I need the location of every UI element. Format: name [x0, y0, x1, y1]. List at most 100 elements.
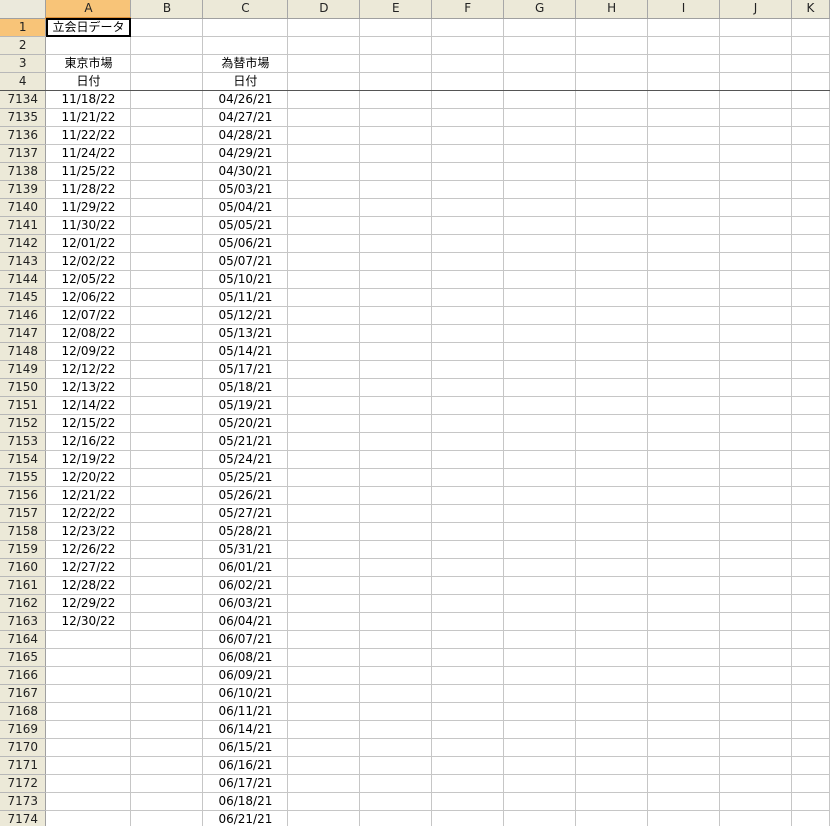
- empty-cell[interactable]: [287, 18, 361, 37]
- cell-c[interactable]: 05/18/21: [202, 378, 289, 397]
- cell-c[interactable]: 05/28/21: [202, 522, 289, 541]
- empty-cell[interactable]: [791, 774, 830, 793]
- cell-c[interactable]: 06/18/21: [202, 792, 289, 811]
- empty-cell[interactable]: [575, 756, 649, 775]
- empty-cell[interactable]: [647, 792, 720, 811]
- empty-cell[interactable]: [359, 216, 433, 235]
- empty-cell[interactable]: [719, 18, 792, 37]
- empty-cell[interactable]: [359, 126, 433, 145]
- cell-a[interactable]: 11/25/22: [45, 162, 132, 181]
- row-header[interactable]: 3: [0, 54, 47, 73]
- empty-cell[interactable]: [791, 234, 830, 253]
- cell-a[interactable]: [45, 792, 132, 811]
- cell-c[interactable]: 06/09/21: [202, 666, 289, 685]
- row-header[interactable]: 7138: [0, 162, 47, 181]
- empty-cell[interactable]: [575, 558, 649, 577]
- row-header[interactable]: 7148: [0, 342, 47, 361]
- empty-cell[interactable]: [287, 792, 361, 811]
- empty-cell[interactable]: [287, 414, 361, 433]
- empty-cell[interactable]: [791, 360, 830, 379]
- cell-a[interactable]: 12/14/22: [45, 396, 132, 415]
- empty-cell[interactable]: [359, 504, 433, 523]
- cell-c[interactable]: 06/14/21: [202, 720, 289, 739]
- empty-cell[interactable]: [359, 774, 433, 793]
- empty-cell[interactable]: [647, 756, 720, 775]
- cell-c[interactable]: 05/24/21: [202, 450, 289, 469]
- empty-cell[interactable]: [431, 324, 505, 343]
- empty-cell[interactable]: [503, 450, 577, 469]
- empty-cell[interactable]: [647, 558, 720, 577]
- empty-cell[interactable]: [503, 126, 577, 145]
- cell-c[interactable]: 05/21/21: [202, 432, 289, 451]
- cell-a[interactable]: 12/15/22: [45, 414, 132, 433]
- empty-cell[interactable]: [287, 252, 361, 271]
- empty-cell[interactable]: [359, 738, 433, 757]
- empty-cell[interactable]: [791, 342, 830, 361]
- empty-cell[interactable]: [431, 594, 505, 613]
- row-header[interactable]: 7161: [0, 576, 47, 595]
- empty-cell[interactable]: [647, 450, 720, 469]
- empty-cell[interactable]: [719, 792, 792, 811]
- empty-cell[interactable]: [575, 450, 649, 469]
- empty-cell[interactable]: [647, 288, 720, 307]
- cell-a[interactable]: 12/28/22: [45, 576, 132, 595]
- empty-cell[interactable]: [287, 522, 361, 541]
- empty-cell[interactable]: [791, 270, 830, 289]
- empty-cell[interactable]: [575, 468, 649, 487]
- empty-cell[interactable]: [503, 684, 577, 703]
- cell-a[interactable]: [45, 756, 132, 775]
- empty-cell[interactable]: [575, 684, 649, 703]
- empty-cell[interactable]: [503, 468, 577, 487]
- empty-cell[interactable]: [791, 666, 830, 685]
- empty-cell[interactable]: [431, 180, 505, 199]
- empty-cell[interactable]: [719, 594, 792, 613]
- empty-cell[interactable]: [130, 756, 204, 775]
- cell-a[interactable]: [45, 774, 132, 793]
- empty-cell[interactable]: [130, 360, 204, 379]
- empty-cell[interactable]: [575, 378, 649, 397]
- empty-cell[interactable]: [719, 414, 792, 433]
- empty-cell[interactable]: [359, 756, 433, 775]
- empty-cell[interactable]: [647, 594, 720, 613]
- row-header[interactable]: 7150: [0, 378, 47, 397]
- cell-c[interactable]: 05/31/21: [202, 540, 289, 559]
- cell-c[interactable]: 06/21/21: [202, 810, 289, 826]
- empty-cell[interactable]: [287, 810, 361, 826]
- empty-cell[interactable]: [575, 324, 649, 343]
- empty-cell[interactable]: [359, 684, 433, 703]
- empty-cell[interactable]: [575, 522, 649, 541]
- row-header[interactable]: 2: [0, 36, 47, 55]
- empty-cell[interactable]: [287, 234, 361, 253]
- empty-cell[interactable]: [575, 288, 649, 307]
- empty-cell[interactable]: [359, 702, 433, 721]
- empty-cell[interactable]: [503, 360, 577, 379]
- empty-cell[interactable]: [431, 504, 505, 523]
- empty-cell[interactable]: [719, 576, 792, 595]
- cell-c[interactable]: 05/06/21: [202, 234, 289, 253]
- empty-cell[interactable]: [287, 396, 361, 415]
- empty-cell[interactable]: [791, 738, 830, 757]
- empty-cell[interactable]: [431, 756, 505, 775]
- empty-cell[interactable]: [647, 108, 720, 127]
- cell-a[interactable]: 12/08/22: [45, 324, 132, 343]
- empty-cell[interactable]: [431, 540, 505, 559]
- empty-cell[interactable]: [431, 270, 505, 289]
- empty-cell[interactable]: [431, 216, 505, 235]
- empty-cell[interactable]: [287, 540, 361, 559]
- empty-cell[interactable]: [791, 252, 830, 271]
- cell-a[interactable]: 12/27/22: [45, 558, 132, 577]
- empty-cell[interactable]: [130, 774, 204, 793]
- empty-cell[interactable]: [130, 54, 204, 73]
- empty-cell[interactable]: [359, 252, 433, 271]
- empty-cell[interactable]: [575, 306, 649, 325]
- cell-a[interactable]: 12/09/22: [45, 342, 132, 361]
- empty-cell[interactable]: [647, 486, 720, 505]
- cell-c[interactable]: 05/13/21: [202, 324, 289, 343]
- empty-cell[interactable]: [359, 54, 433, 73]
- empty-cell[interactable]: [431, 162, 505, 181]
- empty-cell[interactable]: [503, 324, 577, 343]
- empty-cell[interactable]: [287, 666, 361, 685]
- empty-cell[interactable]: [503, 216, 577, 235]
- empty-cell[interactable]: [431, 18, 505, 37]
- empty-cell[interactable]: [130, 558, 204, 577]
